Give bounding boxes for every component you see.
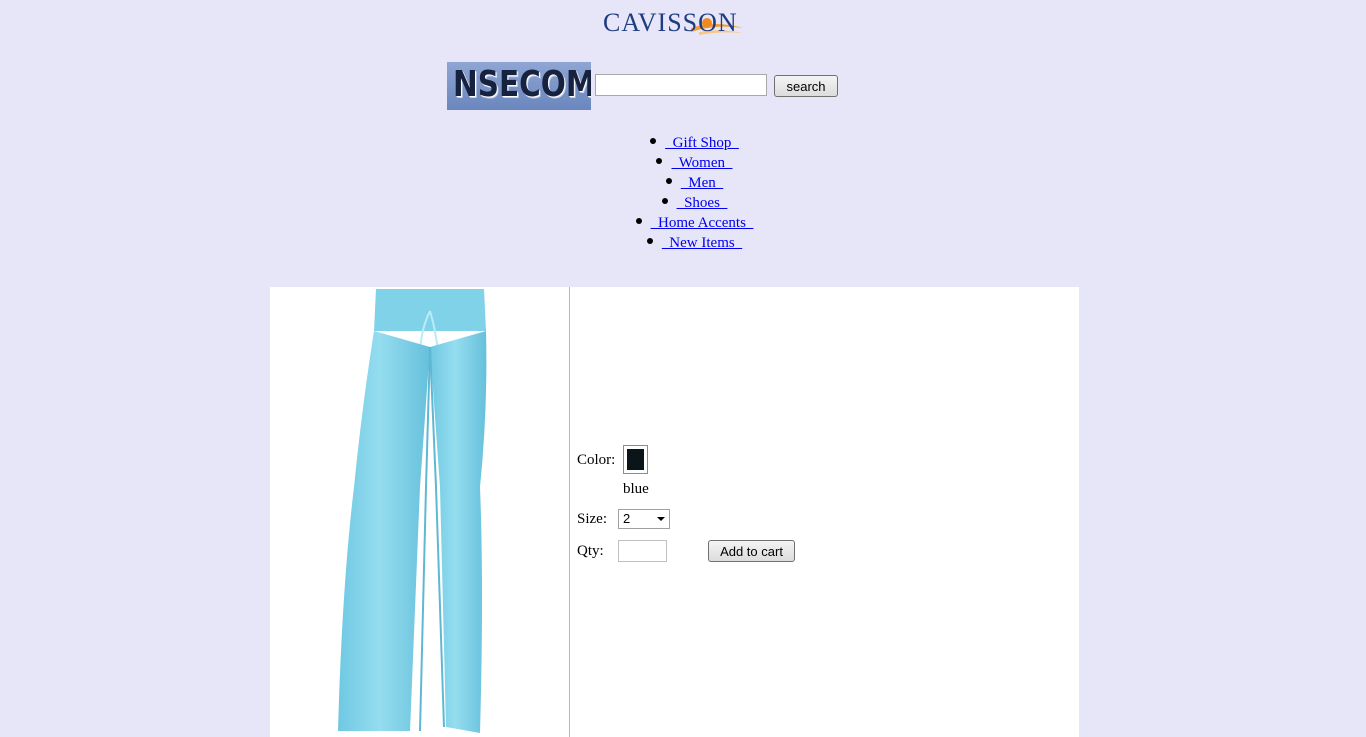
product-panel: Color: blue Size: 2 Qty: Add to cart [270, 287, 1079, 737]
logo-text: CAVISSON [603, 6, 738, 39]
color-swatch-fill [627, 449, 644, 470]
bullet-icon [665, 178, 672, 184]
search-button[interactable]: search [774, 75, 838, 97]
bullet-icon [656, 158, 663, 164]
size-label: Size: [577, 511, 607, 527]
nav-link-shoes[interactable]: Shoes [677, 195, 728, 211]
cavisson-logo: CAVISSON [603, 6, 748, 40]
nav-link-new-items[interactable]: New Items [662, 235, 742, 251]
dropdown-arrow-icon [657, 517, 665, 521]
bullet-icon [635, 218, 642, 224]
bullet-icon [661, 198, 668, 204]
nav-item-men: Men [0, 173, 1366, 193]
nsecom-badge: NSECOM [447, 62, 591, 110]
color-label: Color: [577, 452, 616, 468]
nav-item-shoes: Shoes [0, 193, 1366, 213]
size-select-value: 2 [623, 511, 631, 526]
nav-item-home-accents: Home Accents [0, 213, 1366, 233]
nav-link-home-accents[interactable]: Home Accents [651, 215, 754, 231]
bullet-icon [650, 138, 657, 144]
nav-item-women: Women [0, 153, 1366, 173]
qty-label: Qty: [577, 543, 604, 559]
category-nav: Gift Shop Women Men Shoes Home Accents N… [0, 133, 1366, 253]
search-input[interactable] [595, 74, 767, 96]
product-image-cell [270, 287, 570, 737]
add-to-cart-button[interactable]: Add to cart [708, 540, 795, 562]
light-blue-pants-image [338, 289, 487, 733]
color-swatch[interactable] [623, 445, 648, 474]
logo-text-content: CAVISSON [603, 8, 738, 37]
nav-link-women[interactable]: Women [671, 155, 732, 171]
nsecom-badge-text: NSECOM [453, 64, 591, 105]
color-name: blue [623, 481, 649, 497]
nav-link-men[interactable]: Men [681, 175, 724, 191]
bullet-icon [646, 238, 653, 244]
size-select[interactable]: 2 [618, 509, 670, 529]
nav-link-gift-shop[interactable]: Gift Shop [665, 135, 739, 151]
nav-item-new-items: New Items [0, 233, 1366, 253]
qty-input[interactable] [618, 540, 667, 562]
nav-item-gift-shop: Gift Shop [0, 133, 1366, 153]
